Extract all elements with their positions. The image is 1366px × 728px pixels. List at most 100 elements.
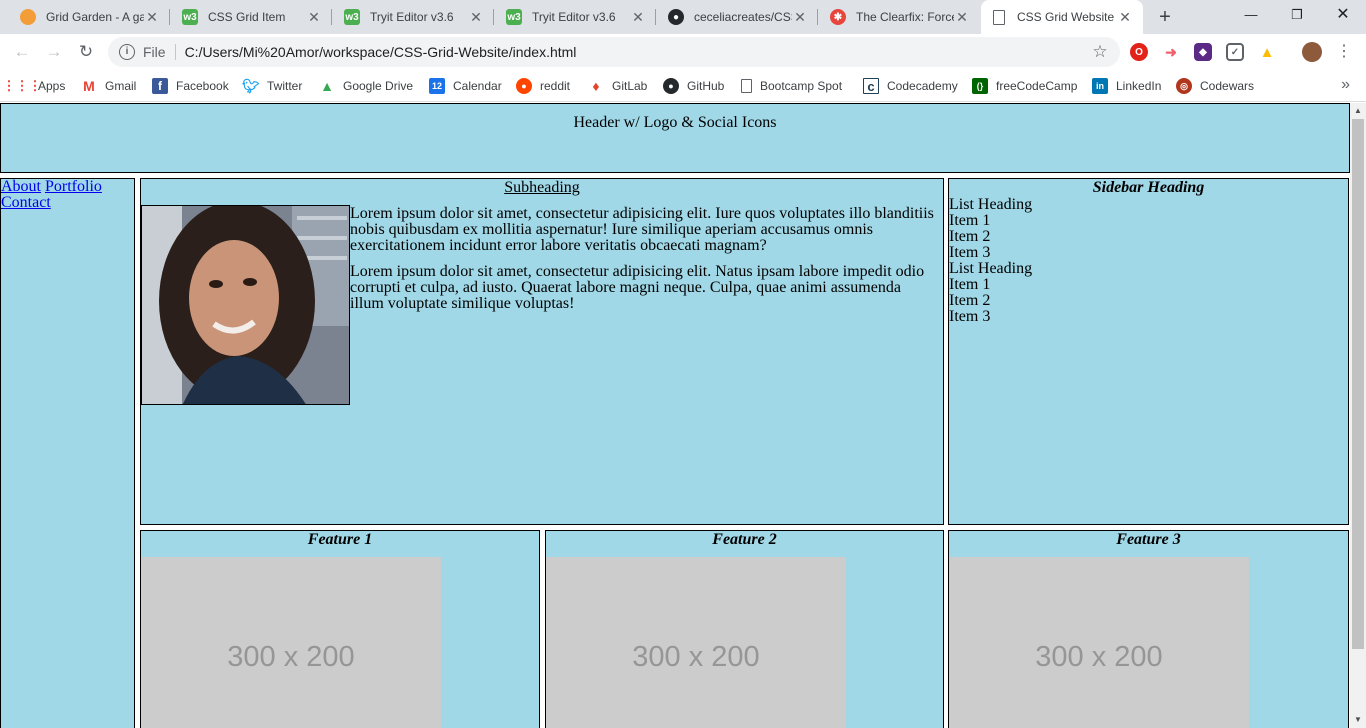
google-drive-icon: ▲ [320,78,334,94]
vertical-scrollbar[interactable]: ▲ ▼ [1350,103,1366,728]
freecodecamp-icon: (} [972,78,988,94]
apps-grid-icon: ⋮⋮⋮ [2,78,42,93]
bookmarks-bar: ⋮⋮⋮ Apps M Gmail f Facebook 🐦︎ Twitter ▲… [0,70,1366,102]
browser-toolbar: ← → ↻ i File C:/Users/Mi%20Amor/workspac… [0,34,1366,70]
sidebar-list-heading: List Heading [949,196,1033,213]
bookmark-codewars[interactable]: ◎ Codewars [1176,76,1254,96]
close-tab-icon[interactable]: ✕ [954,9,970,26]
info-icon[interactable]: i [119,44,135,60]
bookmark-github[interactable]: ● GitHub [663,76,724,96]
tab-css-grid-website[interactable]: CSS Grid Website ✕ [981,0,1143,34]
forward-button[interactable]: → [42,40,66,64]
feature-1: Feature 1 300 x 200 [140,530,540,728]
sidebar-list-item: Item 1 [949,276,991,293]
google-drive-icon[interactable]: ▲ [1258,43,1276,61]
minimize-button[interactable]: — [1228,0,1274,30]
feature-3: Feature 3 300 x 200 [948,530,1349,728]
pocket-icon[interactable]: ✓ [1226,43,1244,61]
avatar[interactable] [1302,42,1322,62]
cast-extension-icon[interactable]: ➜ [1162,43,1180,61]
sidebar-heading: Sidebar Heading [1092,179,1205,196]
feature-2: Feature 2 300 x 200 [545,530,944,728]
nav-link-portfolio[interactable]: Portfolio [45,178,102,195]
reload-button[interactable]: ↻ [74,40,98,64]
nav-link-about[interactable]: About [1,178,41,195]
tab-strip: ​ Grid Garden - A game for learning CSS … [0,0,1366,34]
codewars-icon: ◎ [1176,78,1192,94]
header-text: Header w/ Logo & Social Icons [573,114,777,131]
bookmark-reddit[interactable]: ● reddit [516,76,570,96]
close-window-button[interactable]: ✕ [1320,0,1366,30]
tab-tryit-editor-1[interactable]: w3 Tryit Editor v3.6 ✕ [332,0,494,34]
tab-title: Tryit Editor v3.6 [370,10,454,24]
scrollbar-thumb[interactable] [1352,119,1364,649]
gitlab-icon: ♦ [592,78,600,94]
close-tab-icon[interactable]: ✕ [792,9,808,26]
tab-title: CSS Grid Website [1017,10,1115,24]
scroll-down-icon[interactable]: ▼ [1350,712,1366,728]
w3schools-icon: w3 [344,9,360,25]
github-icon: ● [663,78,679,94]
scroll-up-icon[interactable]: ▲ [1350,103,1366,119]
tab-clearfix[interactable]: ✱ The Clearfix: Force an Element ✕ [818,0,980,34]
new-tab-button[interactable]: + [1152,4,1178,30]
address-url[interactable]: C:/Users/Mi%20Amor/workspace/CSS-Grid-We… [185,44,1090,60]
sidebar-list-item: Item 3 [949,244,991,261]
calendar-icon: 12 [429,78,445,94]
bookmark-calendar[interactable]: 12 Calendar [429,76,502,96]
w3schools-icon: w3 [506,9,522,25]
sidebar-list-item: Item 3 [949,308,991,325]
address-scheme: File [143,44,166,60]
close-tab-icon[interactable]: ✕ [1117,9,1133,26]
main-paragraph-2: Lorem ipsum dolor sit amet, consectetur … [350,263,925,312]
tab-grid-garden[interactable]: ​ Grid Garden - A game for learning CSS … [8,0,170,34]
bookmark-gmail[interactable]: M Gmail [81,76,136,96]
linkedin-icon: in [1092,78,1108,94]
codecademy-icon: c [863,78,879,94]
document-icon [993,9,1005,25]
restore-button[interactable]: ❐ [1274,0,1320,30]
menu-icon[interactable]: ⋮ [1332,40,1356,64]
close-tab-icon[interactable]: ✕ [630,9,646,26]
sidebar-list-item: Item 2 [949,292,991,309]
sidebar-list-item: Item 2 [949,228,991,245]
bookmark-freecodecamp[interactable]: (} freeCodeCamp [972,76,1077,96]
sidebar-list-heading: List Heading [949,260,1033,277]
bookmark-bootcamp-spot[interactable]: Bootcamp Spot [741,76,842,96]
page-viewport: Header w/ Logo & Social Icons About Port… [0,103,1350,728]
page-nav: About Portfolio Contact [0,178,135,728]
address-bar[interactable]: i File C:/Users/Mi%20Amor/workspace/CSS-… [108,37,1120,67]
carrot-icon: ​ [20,9,36,25]
reddit-icon: ● [516,78,532,94]
document-icon [741,79,752,93]
page-header: Header w/ Logo & Social Icons [0,103,1350,173]
tab-css-grid-item[interactable]: w3 CSS Grid Item ✕ [170,0,332,34]
tab-title: Tryit Editor v3.6 [532,10,616,24]
bookmark-facebook[interactable]: f Facebook [152,76,229,96]
bookmark-apps[interactable]: ⋮⋮⋮ Apps [2,76,66,96]
close-tab-icon[interactable]: ✕ [306,9,322,26]
tab-tryit-editor-2[interactable]: w3 Tryit Editor v3.6 ✕ [494,0,656,34]
opera-extension-icon[interactable]: O [1130,43,1148,61]
extension-icon[interactable]: ◆ [1194,43,1212,61]
close-tab-icon[interactable]: ✕ [468,9,484,26]
bookmark-linkedin[interactable]: in LinkedIn [1092,76,1161,96]
css-tricks-icon: ✱ [830,9,846,25]
bookmark-gitlab[interactable]: ♦ GitLab [588,76,647,96]
back-button[interactable]: ← [10,40,34,64]
w3schools-icon: w3 [182,9,198,25]
close-tab-icon[interactable]: ✕ [144,9,160,26]
bookmarks-overflow-icon[interactable]: » [1341,76,1350,94]
twitter-icon: 🐦︎ [242,77,260,94]
bookmark-google-drive[interactable]: ▲ Google Drive [319,76,413,96]
bookmark-twitter[interactable]: 🐦︎ Twitter [242,76,302,96]
bookmark-codecademy[interactable]: c Codecademy [863,76,958,96]
tab-title: ceceliacreates/CSS-Grid-Website [694,10,792,24]
nav-link-contact[interactable]: Contact [1,194,51,211]
sidebar-list-item: Item 1 [949,212,991,229]
feature-image-placeholder: 300 x 200 [949,557,1249,728]
facebook-icon: f [152,78,168,94]
main-paragraph-1: Lorem ipsum dolor sit amet, consectetur … [350,205,934,254]
bookmark-star-icon[interactable]: ☆ [1090,42,1110,62]
tab-github-repo[interactable]: ● ceceliacreates/CSS-Grid-Website ✕ [656,0,818,34]
